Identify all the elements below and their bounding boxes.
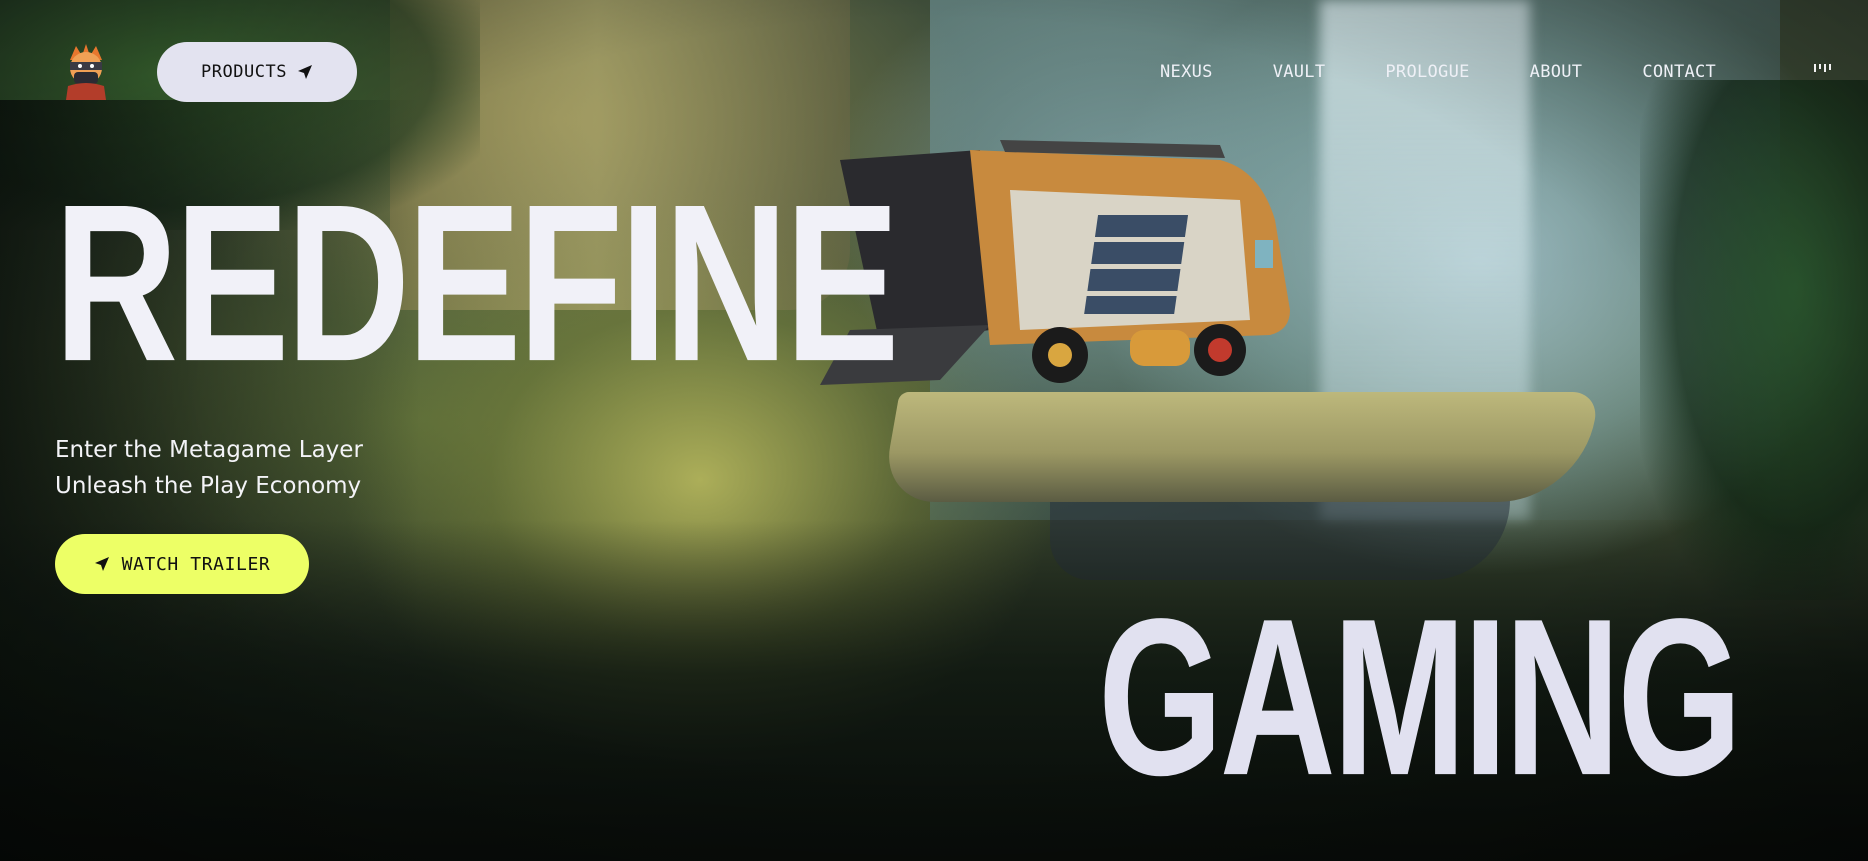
audio-toggle-button[interactable] (1814, 64, 1836, 80)
nav-link-prologue[interactable]: PROLOGUE (1385, 62, 1469, 82)
hero-headline-bottom: GAMING (1098, 572, 1742, 822)
hero-subtitle-line-2: Unleash the Play Economy (55, 473, 362, 499)
hero-subtitle: Enter the Metagame Layer Unleash the Pla… (55, 432, 363, 504)
hero-subtitle-line-1: Enter the Metagame Layer (55, 437, 363, 463)
nav-link-about[interactable]: ABOUT (1530, 62, 1583, 82)
audio-bar (1829, 64, 1831, 70)
audio-bars-icon (1814, 64, 1816, 72)
main-nav: NEXUS VAULT PROLOGUE ABOUT CONTACT (1160, 62, 1776, 82)
products-button[interactable]: PRODUCTS (157, 42, 357, 102)
nav-link-vault[interactable]: VAULT (1273, 62, 1326, 82)
send-arrow-icon (94, 557, 109, 571)
products-button-label: PRODUCTS (201, 62, 287, 82)
watch-trailer-label: WATCH TRAILER (121, 553, 271, 575)
hero-headline-top: REDEFINE (54, 158, 900, 409)
send-arrow-icon (297, 65, 312, 79)
audio-bar (1819, 64, 1821, 69)
nav-link-nexus[interactable]: NEXUS (1160, 62, 1213, 82)
hero-section: PRODUCTS NEXUS VAULT PROLOGUE ABOUT CONT… (0, 0, 1868, 861)
logo-ninja-avatar-icon[interactable] (60, 42, 112, 100)
watch-trailer-button[interactable]: WATCH TRAILER (55, 534, 309, 594)
nav-link-contact[interactable]: CONTACT (1642, 62, 1716, 82)
audio-bar (1824, 64, 1826, 72)
